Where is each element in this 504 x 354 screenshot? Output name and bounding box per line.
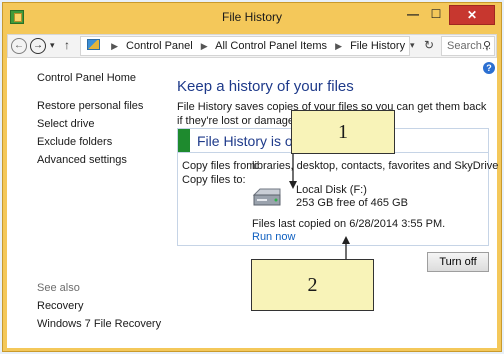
breadcrumb-separator-icon[interactable]: ▶	[335, 41, 342, 51]
run-now-link[interactable]: Run now	[252, 231, 295, 243]
sidebar: Control Panel Home Restore personal file…	[7, 58, 161, 348]
breadcrumb-all-items[interactable]: All Control Panel Items	[215, 40, 327, 52]
minimize-button[interactable]: —	[402, 5, 424, 25]
close-button[interactable]: ✕	[449, 5, 495, 25]
breadcrumb-control-panel[interactable]: Control Panel	[126, 40, 193, 52]
page-title: Keep a history of your files	[177, 78, 354, 95]
callout-2: 2	[251, 259, 374, 311]
backup-drive-name: Local Disk (F:)	[296, 184, 367, 196]
up-arrow-icon[interactable]: ↑	[64, 38, 70, 52]
copy-to-label: Copy files to:	[182, 174, 246, 186]
address-bar[interactable]: ▶ Control Panel ▶ All Control Panel Item…	[80, 36, 410, 56]
hard-drive-icon	[252, 186, 282, 208]
sidebar-item-restore-personal-files[interactable]: Restore personal files	[37, 100, 143, 112]
recent-locations-icon[interactable]: ▾	[50, 40, 55, 51]
turn-off-button[interactable]: Turn off	[427, 252, 489, 272]
breadcrumb-separator-icon[interactable]: ▶	[111, 41, 118, 51]
sidebar-item-exclude-folders[interactable]: Exclude folders	[37, 136, 112, 148]
refresh-icon[interactable]: ↻	[424, 38, 434, 52]
back-arrow-icon[interactable]: ←	[11, 38, 27, 54]
breadcrumb-file-history[interactable]: File History	[350, 40, 405, 52]
sidebar-item-select-drive[interactable]: Select drive	[37, 118, 94, 130]
control-panel-icon	[87, 39, 100, 50]
sidebar-item-control-panel-home[interactable]: Control Panel Home	[37, 72, 136, 84]
search-input[interactable]: Search... ⚲	[441, 36, 495, 56]
callout-1: 1	[291, 110, 395, 154]
backup-drive-space: 253 GB free of 465 GB	[296, 197, 408, 209]
navigation-bar: ← → ▾ ↑ ▶ Control Panel ▶ All Control Pa…	[7, 34, 497, 58]
title-bar: File History — ☐ ✕	[3, 3, 501, 33]
last-copied-text: Files last copied on 6/28/2014 3:55 PM.	[252, 218, 446, 230]
status-indicator	[178, 129, 190, 152]
sidebar-item-advanced-settings[interactable]: Advanced settings	[37, 154, 127, 166]
breadcrumb-separator-icon[interactable]: ▶	[201, 41, 208, 51]
address-dropdown-icon[interactable]: ▾	[410, 40, 415, 51]
copy-from-label: Copy files from:	[182, 160, 259, 172]
see-also-label: See also	[37, 282, 80, 294]
sidebar-item-recovery[interactable]: Recovery	[37, 300, 83, 312]
sidebar-item-windows-7-file-recovery[interactable]: Windows 7 File Recovery	[37, 318, 161, 330]
search-icon[interactable]: ⚲	[483, 37, 491, 55]
maximize-button[interactable]: ☐	[425, 5, 447, 25]
copy-from-value: libraries, desktop, contacts, favorites …	[252, 160, 499, 172]
help-icon[interactable]: ?	[483, 62, 495, 74]
status-text: File History is on	[197, 133, 301, 149]
forward-arrow-icon[interactable]: →	[30, 38, 46, 54]
